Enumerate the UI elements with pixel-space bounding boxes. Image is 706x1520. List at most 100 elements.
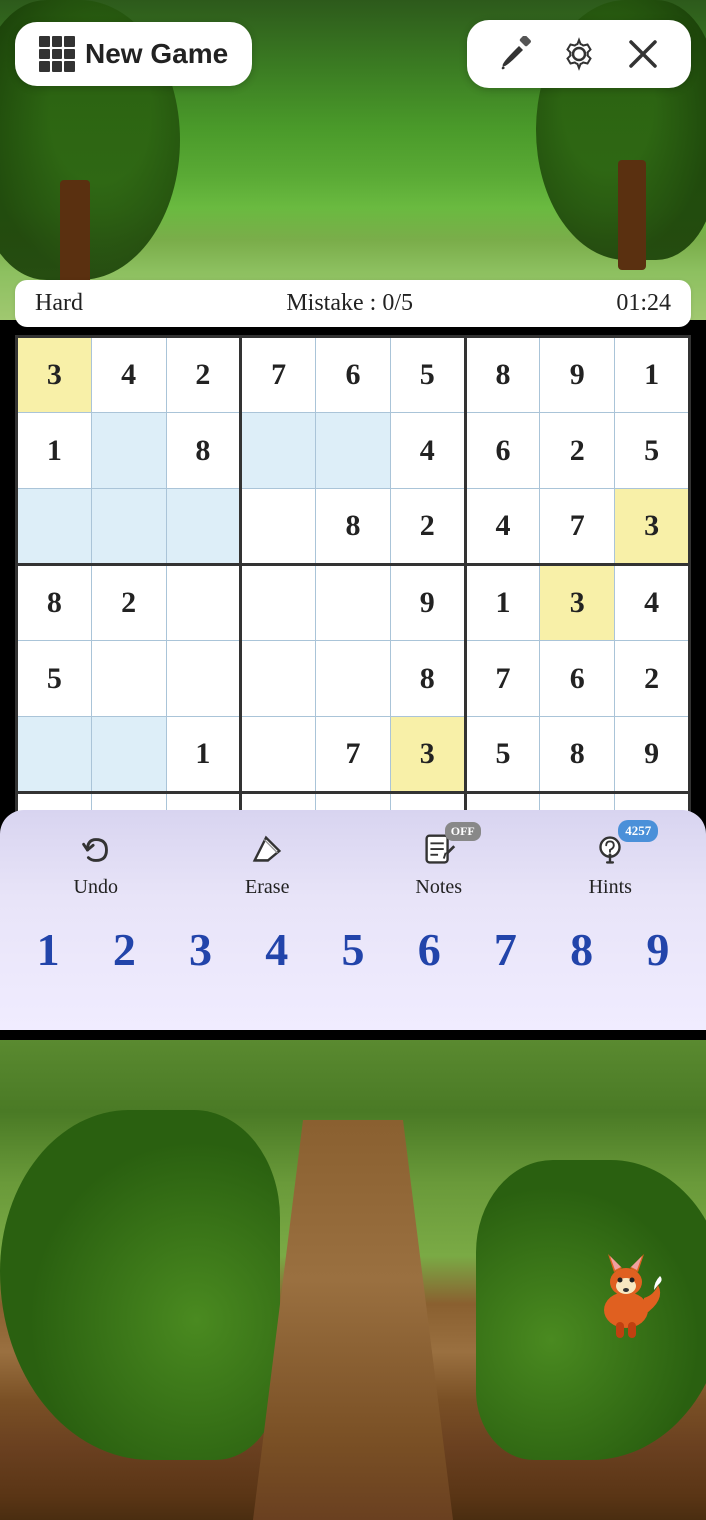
- table-row[interactable]: 8: [540, 717, 615, 793]
- number-button-6[interactable]: 6: [391, 919, 467, 980]
- notes-label: Notes: [415, 876, 462, 899]
- erase-icon: [247, 830, 287, 870]
- path: [253, 1120, 453, 1520]
- table-row[interactable]: 3: [390, 717, 465, 793]
- table-row[interactable]: [241, 489, 316, 565]
- hints-tool[interactable]: 4257 Hints: [525, 830, 697, 899]
- table-row[interactable]: 1: [465, 565, 540, 641]
- table-row[interactable]: [241, 565, 316, 641]
- undo-tool[interactable]: Undo: [10, 830, 182, 899]
- grid-icon: [39, 36, 75, 72]
- table-row[interactable]: [316, 641, 391, 717]
- table-row[interactable]: 3: [540, 565, 615, 641]
- hints-icon-wrap: 4257: [590, 830, 630, 870]
- table-row[interactable]: 6: [316, 337, 391, 413]
- table-row[interactable]: 5: [465, 717, 540, 793]
- table-row[interactable]: 2: [166, 337, 241, 413]
- settings-button[interactable]: [547, 30, 611, 78]
- hints-label: Hints: [589, 876, 632, 899]
- table-row[interactable]: [17, 717, 92, 793]
- table-row[interactable]: 9: [540, 337, 615, 413]
- table-row[interactable]: 5: [615, 413, 690, 489]
- table-row[interactable]: 6: [465, 413, 540, 489]
- close-icon: [625, 36, 661, 72]
- table-row[interactable]: 4: [465, 489, 540, 565]
- table-row[interactable]: 8: [166, 413, 241, 489]
- table-row[interactable]: [91, 717, 166, 793]
- table-row[interactable]: 9: [615, 717, 690, 793]
- number-row: 123456789: [10, 915, 696, 984]
- header: New Game: [15, 20, 691, 88]
- table-row[interactable]: 8: [390, 641, 465, 717]
- table-row[interactable]: [241, 717, 316, 793]
- table-row[interactable]: 4: [390, 413, 465, 489]
- bottom-panel: Undo Erase: [0, 810, 706, 1030]
- status-bar: Hard Mistake : 0/5 01:24: [15, 280, 691, 327]
- number-button-4[interactable]: 4: [239, 919, 315, 980]
- close-button[interactable]: [611, 30, 675, 78]
- table-row[interactable]: 1: [615, 337, 690, 413]
- table-row[interactable]: 2: [91, 565, 166, 641]
- table-row[interactable]: 7: [316, 717, 391, 793]
- table-row[interactable]: 2: [540, 413, 615, 489]
- number-button-9[interactable]: 9: [620, 919, 696, 980]
- table-row[interactable]: [17, 489, 92, 565]
- table-row[interactable]: 4: [615, 565, 690, 641]
- number-button-2[interactable]: 2: [86, 919, 162, 980]
- undo-icon: [76, 830, 116, 870]
- new-game-label: New Game: [85, 38, 228, 70]
- mistake-label: Mistake : 0/5: [286, 290, 413, 317]
- table-row[interactable]: [166, 489, 241, 565]
- table-row[interactable]: [241, 413, 316, 489]
- table-row[interactable]: [316, 565, 391, 641]
- undo-icon-wrap: [76, 830, 116, 870]
- right-controls: [467, 20, 691, 88]
- table-row[interactable]: 9: [390, 565, 465, 641]
- table-row[interactable]: 4: [91, 337, 166, 413]
- number-button-7[interactable]: 7: [467, 919, 543, 980]
- table-row[interactable]: 2: [390, 489, 465, 565]
- notes-badge: OFF: [445, 822, 481, 841]
- gear-icon: [561, 36, 597, 72]
- table-row[interactable]: 8: [465, 337, 540, 413]
- table-row[interactable]: [91, 489, 166, 565]
- number-button-1[interactable]: 1: [10, 919, 86, 980]
- erase-tool[interactable]: Erase: [182, 830, 354, 899]
- table-row[interactable]: 5: [17, 641, 92, 717]
- brush-icon: [497, 36, 533, 72]
- difficulty-label: Hard: [35, 290, 83, 317]
- background-bottom: [0, 1040, 706, 1520]
- timer-label: 01:24: [616, 290, 671, 317]
- table-row[interactable]: 8: [17, 565, 92, 641]
- table-row[interactable]: 7: [540, 489, 615, 565]
- undo-label: Undo: [74, 876, 118, 899]
- table-row[interactable]: 2: [615, 641, 690, 717]
- new-game-button[interactable]: New Game: [15, 22, 252, 86]
- table-row[interactable]: 8: [316, 489, 391, 565]
- table-row[interactable]: 5: [390, 337, 465, 413]
- tree-trunk-right: [618, 160, 646, 270]
- table-row[interactable]: [316, 413, 391, 489]
- table-row[interactable]: 1: [166, 717, 241, 793]
- number-button-3[interactable]: 3: [162, 919, 238, 980]
- table-row[interactable]: 1: [17, 413, 92, 489]
- notes-tool[interactable]: OFF Notes: [353, 830, 525, 899]
- table-row[interactable]: [166, 641, 241, 717]
- table-row[interactable]: [91, 413, 166, 489]
- table-row[interactable]: 3: [615, 489, 690, 565]
- hints-badge: 4257: [618, 820, 658, 842]
- table-row[interactable]: 6: [540, 641, 615, 717]
- tool-row: Undo Erase: [10, 830, 696, 899]
- number-button-5[interactable]: 5: [315, 919, 391, 980]
- table-row[interactable]: 7: [241, 337, 316, 413]
- erase-icon-wrap: [247, 830, 287, 870]
- brush-button[interactable]: [483, 30, 547, 78]
- table-row[interactable]: [91, 641, 166, 717]
- table-row[interactable]: [166, 565, 241, 641]
- number-button-8[interactable]: 8: [544, 919, 620, 980]
- fox-decoration: [586, 1240, 666, 1340]
- table-row[interactable]: 7: [465, 641, 540, 717]
- notes-icon-wrap: OFF: [419, 830, 459, 870]
- table-row[interactable]: [241, 641, 316, 717]
- table-row[interactable]: 3: [17, 337, 92, 413]
